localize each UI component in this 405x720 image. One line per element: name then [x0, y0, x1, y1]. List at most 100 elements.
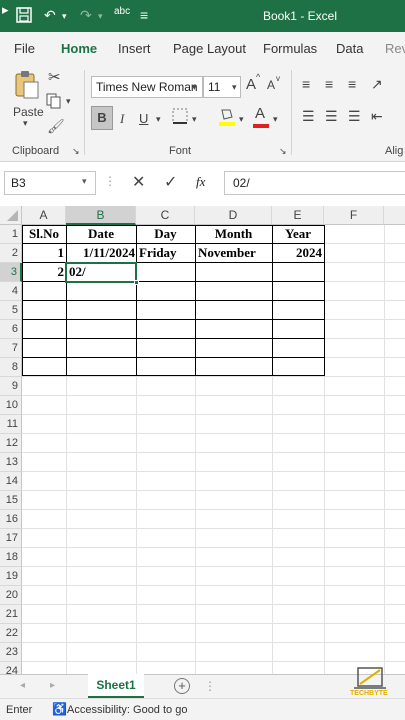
paste-dropdown-icon[interactable]: ▾	[23, 118, 28, 129]
fill-handle[interactable]	[134, 280, 139, 285]
decrease-indent-icon[interactable]: ⇤	[371, 108, 383, 125]
italic-button[interactable]: I	[120, 111, 124, 127]
undo-dropdown-icon[interactable]: ▾	[62, 11, 67, 22]
cell-a1[interactable]: Sl.No	[22, 225, 66, 244]
align-bottom-icon[interactable]: ≡	[348, 76, 356, 92]
bold-button[interactable]: B	[91, 106, 113, 130]
shrink-font-button[interactable]: A	[267, 78, 275, 92]
column-header-a[interactable]: A	[22, 206, 66, 225]
column-header-b[interactable]: B	[66, 206, 136, 225]
row-header-4[interactable]: 4	[0, 282, 22, 301]
confirm-entry-icon[interactable]: ✓	[164, 172, 177, 192]
undo-icon[interactable]: ↶	[44, 7, 56, 24]
column-header-d[interactable]: D	[195, 206, 272, 225]
align-middle-icon[interactable]: ≡	[325, 76, 333, 92]
cell-e1[interactable]: Year	[272, 225, 324, 244]
cancel-entry-icon[interactable]: ✕	[132, 172, 145, 192]
cell-c1[interactable]: Day	[136, 225, 195, 244]
accessibility-status[interactable]: Accessibility: Good to go	[67, 704, 187, 716]
select-all-button[interactable]	[0, 206, 22, 225]
font-size-dropdown-icon[interactable]: ▾	[232, 82, 237, 93]
row-header-11[interactable]: 11	[0, 415, 22, 434]
column-header-c[interactable]: C	[136, 206, 195, 225]
orientation-icon[interactable]: ↗	[371, 76, 383, 93]
tab-review[interactable]: Rev	[385, 41, 405, 56]
align-right-icon[interactable]: ☰	[348, 108, 361, 125]
row-header-15[interactable]: 15	[0, 491, 22, 510]
align-center-icon[interactable]: ☰	[325, 108, 338, 125]
row-header-8[interactable]: 8	[0, 358, 22, 377]
cell-d1[interactable]: Month	[195, 225, 272, 244]
fill-color-icon[interactable]	[218, 107, 236, 130]
format-painter-icon[interactable]: 🖌	[47, 118, 65, 135]
redo-icon[interactable]: ↷	[80, 7, 92, 24]
tab-home[interactable]: Home	[61, 41, 98, 64]
align-left-icon[interactable]: ☰	[302, 108, 315, 125]
font-name-dropdown-icon[interactable]: ▾	[192, 82, 197, 93]
tab-page-layout[interactable]: Page Layout	[173, 41, 246, 56]
scroll-sheets-left-icon[interactable]: ◂	[20, 680, 25, 691]
row-header-1[interactable]: 1	[0, 225, 22, 244]
align-top-icon[interactable]: ≡	[302, 76, 310, 92]
formula-input[interactable]: 02/	[224, 171, 405, 195]
row-header-5[interactable]: 5	[0, 301, 22, 320]
row-header-6[interactable]: 6	[0, 320, 22, 339]
column-header-e[interactable]: E	[272, 206, 324, 225]
paste-button[interactable]: Paste	[13, 105, 44, 119]
row-header-16[interactable]: 16	[0, 510, 22, 529]
tab-data[interactable]: Data	[336, 41, 363, 56]
column-header-f[interactable]: F	[324, 206, 384, 225]
row-header-12[interactable]: 12	[0, 434, 22, 453]
row-header-19[interactable]: 19	[0, 567, 22, 586]
clipboard-launcher-icon[interactable]: ↘	[72, 146, 80, 157]
font-launcher-icon[interactable]: ↘	[279, 146, 287, 157]
tab-file[interactable]: File	[14, 41, 35, 56]
row-header-17[interactable]: 17	[0, 529, 22, 548]
redo-dropdown-icon[interactable]: ▾	[98, 11, 103, 22]
cell-c2[interactable]: Friday	[139, 244, 195, 263]
cut-icon[interactable]: ✂	[48, 68, 61, 86]
row-header-9[interactable]: 9	[0, 377, 22, 396]
tab-split-icon[interactable]: ⋮	[204, 679, 216, 693]
tab-formulas[interactable]: Formulas	[263, 41, 317, 56]
row-header-21[interactable]: 21	[0, 605, 22, 624]
row-header-22[interactable]: 22	[0, 624, 22, 643]
font-name-box[interactable]: Times New Roman	[91, 76, 203, 98]
row-header-10[interactable]: 10	[0, 396, 22, 415]
borders-dropdown-icon[interactable]: ▾	[192, 114, 197, 125]
scroll-sheets-right-icon[interactable]: ▸	[50, 680, 55, 691]
cell-b1[interactable]: Date	[66, 225, 136, 244]
copy-icon[interactable]	[46, 93, 62, 112]
row-header-23[interactable]: 23	[0, 643, 22, 662]
cell-a2[interactable]: 1	[22, 244, 65, 263]
row-header-3[interactable]: 3	[0, 263, 22, 282]
customize-qat-icon[interactable]: ≡	[140, 7, 148, 23]
underline-button[interactable]: U	[139, 111, 148, 126]
save-icon[interactable]	[16, 7, 32, 26]
copy-dropdown-icon[interactable]: ▾	[66, 96, 71, 107]
cell-b2[interactable]: 1/11/2024	[66, 244, 135, 263]
row-header-13[interactable]: 13	[0, 453, 22, 472]
row-header-2[interactable]: 2	[0, 244, 22, 263]
underline-dropdown-icon[interactable]: ▾	[156, 114, 161, 125]
sheet-tab-sheet1[interactable]: Sheet1	[88, 674, 144, 698]
cell-e2[interactable]: 2024	[272, 244, 322, 263]
cell-d2[interactable]: November	[198, 244, 272, 263]
insert-function-button[interactable]: fx	[196, 174, 205, 190]
tab-insert[interactable]: Insert	[118, 41, 151, 56]
column-header-g[interactable]	[384, 206, 405, 225]
paste-icon[interactable]	[14, 70, 40, 103]
spelling-icon[interactable]: abc	[114, 6, 130, 17]
font-color-dropdown-icon[interactable]: ▾	[273, 114, 278, 125]
new-sheet-button[interactable]: +	[174, 678, 190, 694]
fill-color-dropdown-icon[interactable]: ▾	[239, 114, 244, 125]
row-header-7[interactable]: 7	[0, 339, 22, 358]
font-color-button[interactable]: A	[255, 105, 265, 122]
row-header-20[interactable]: 20	[0, 586, 22, 605]
cell-a3[interactable]: 2	[22, 263, 65, 282]
row-header-18[interactable]: 18	[0, 548, 22, 567]
grow-font-button[interactable]: A	[246, 76, 256, 93]
row-header-14[interactable]: 14	[0, 472, 22, 491]
name-box-dropdown-icon[interactable]: ▾	[82, 176, 87, 187]
borders-icon[interactable]	[172, 108, 188, 127]
